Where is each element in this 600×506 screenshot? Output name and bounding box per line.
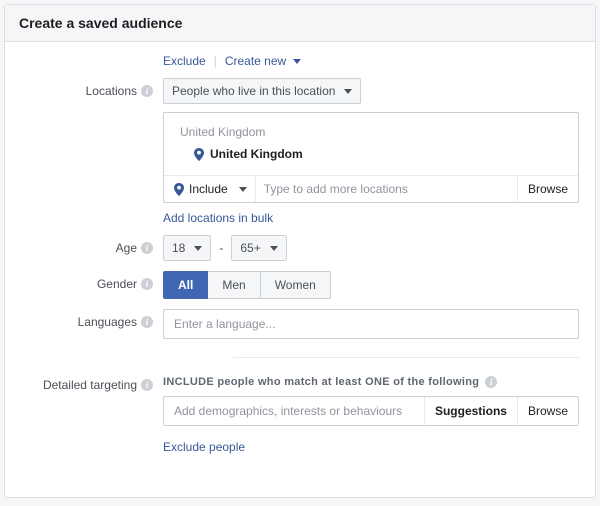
age-row: Age i 18 - 65+	[13, 235, 579, 261]
age-dash: -	[219, 241, 223, 255]
caret-down-icon	[194, 246, 202, 251]
section-divider	[233, 357, 579, 358]
saved-audience-modal: Create a saved audience Exclude | Create…	[4, 4, 596, 498]
caret-down-icon	[344, 89, 352, 94]
locations-box: United Kingdom United Kingdom	[163, 112, 579, 203]
location-name: United Kingdom	[210, 147, 303, 161]
locations-label: Locations i	[13, 78, 163, 98]
separator: |	[214, 54, 217, 68]
modal-title: Create a saved audience	[5, 5, 595, 42]
detailed-targeting-row: Detailed targeting i INCLUDE people who …	[13, 372, 579, 454]
detailed-include-heading: INCLUDE people who match at least ONE of…	[163, 372, 579, 388]
info-icon[interactable]: i	[141, 278, 153, 290]
browse-locations-button[interactable]: Browse	[517, 176, 578, 202]
locations-list: United Kingdom United Kingdom	[164, 113, 578, 175]
info-icon[interactable]: i	[141, 379, 153, 391]
modal-body: Exclude | Create new Locations i People …	[5, 42, 595, 497]
gender-men-button[interactable]: Men	[207, 271, 260, 299]
pin-icon	[194, 148, 204, 161]
detailed-targeting-label: Detailed targeting i	[13, 372, 163, 392]
age-min-dropdown[interactable]: 18	[163, 235, 211, 261]
languages-input[interactable]	[163, 309, 579, 339]
info-icon[interactable]: i	[141, 242, 153, 254]
locations-row: Locations i People who live in this loca…	[13, 78, 579, 225]
gender-women-button[interactable]: Women	[260, 271, 331, 299]
create-new-link[interactable]: Create new	[225, 54, 301, 68]
add-locations-bulk-link[interactable]: Add locations in bulk	[163, 211, 273, 225]
caret-down-icon	[239, 187, 247, 192]
custom-audience-links-row: Exclude | Create new	[13, 50, 579, 68]
location-parent: United Kingdom	[176, 123, 566, 145]
detailed-targeting-box: Suggestions Browse	[163, 396, 579, 426]
location-item[interactable]: United Kingdom	[176, 145, 566, 169]
exclude-people-link[interactable]: Exclude people	[163, 440, 245, 454]
location-input[interactable]	[256, 176, 517, 202]
gender-all-button[interactable]: All	[163, 271, 208, 299]
exclude-link[interactable]: Exclude	[163, 54, 206, 68]
detailed-targeting-input[interactable]	[164, 397, 424, 425]
caret-down-icon	[270, 246, 278, 251]
age-max-dropdown[interactable]: 65+	[231, 235, 286, 261]
info-icon[interactable]: i	[485, 376, 497, 388]
gender-button-group: All Men Women	[163, 271, 331, 299]
languages-label: Languages i	[13, 309, 163, 329]
gender-label: Gender i	[13, 271, 163, 291]
location-input-row: Include Browse	[164, 175, 578, 202]
gender-row: Gender i All Men Women	[13, 271, 579, 299]
browse-detailed-button[interactable]: Browse	[517, 397, 578, 425]
pin-icon	[174, 183, 184, 196]
info-icon[interactable]: i	[141, 85, 153, 97]
info-icon[interactable]: i	[141, 316, 153, 328]
include-exclude-dropdown[interactable]: Include	[164, 176, 256, 202]
languages-row: Languages i	[13, 309, 579, 339]
suggestions-button[interactable]: Suggestions	[424, 397, 517, 425]
location-type-dropdown[interactable]: People who live in this location	[163, 78, 361, 104]
age-label: Age i	[13, 235, 163, 255]
caret-down-icon	[293, 59, 301, 64]
